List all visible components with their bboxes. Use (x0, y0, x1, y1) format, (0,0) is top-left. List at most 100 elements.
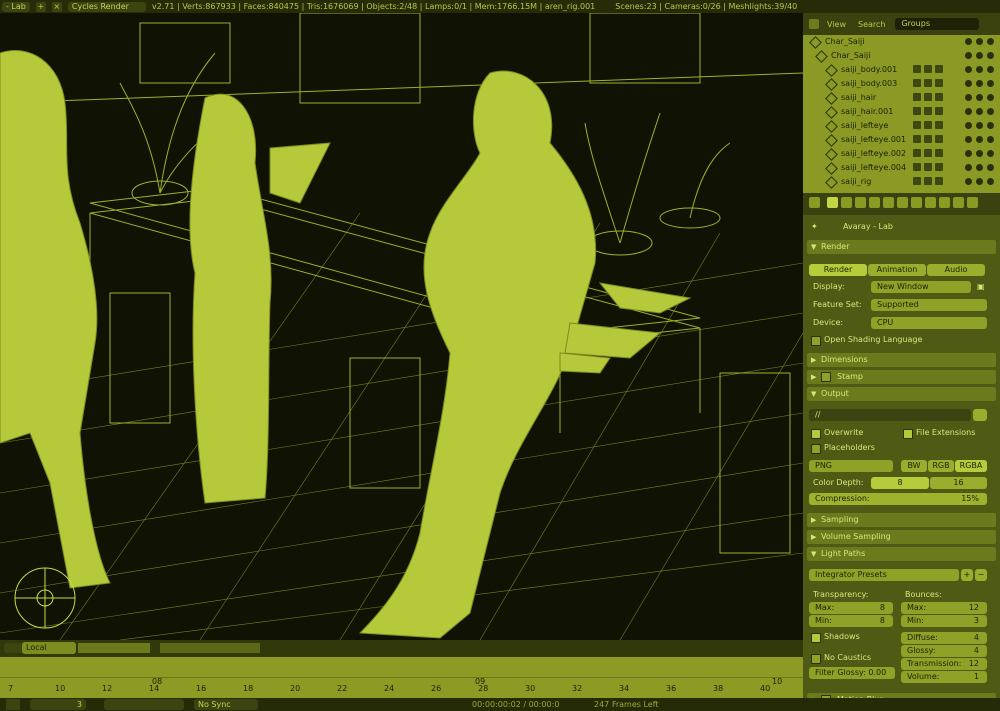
editor-type-icon[interactable] (809, 197, 820, 208)
display-select[interactable]: New Window (871, 281, 971, 293)
stamp-checkbox[interactable] (821, 372, 831, 382)
transparency-min-field[interactable]: Min: 8 (809, 615, 893, 627)
render-button[interactable]: Render (809, 264, 867, 276)
outliner-row[interactable]: Char_Saiji (803, 49, 1000, 63)
output-path-field[interactable]: // (809, 409, 971, 421)
folder-icon[interactable] (973, 409, 987, 421)
diffuse-field[interactable]: Diffuse: 4 (901, 632, 987, 644)
filter-glossy-field[interactable]: Filter Glossy: 0.00 (809, 667, 895, 679)
feature-set-select[interactable]: Supported (871, 299, 987, 311)
render-engine-select[interactable]: Cycles Render (67, 1, 146, 12)
pin-icon[interactable]: ✦ (811, 221, 818, 233)
expand-toggle-icon[interactable] (825, 176, 838, 189)
visibility-toggles[interactable] (965, 94, 994, 101)
texture-tab-icon[interactable] (953, 197, 964, 208)
editor-type-icon[interactable] (809, 19, 819, 29)
outliner-row[interactable]: saiji_body.003 (803, 77, 1000, 91)
timeline-marker[interactable]: 08 (152, 677, 162, 686)
glossy-field[interactable]: Glossy: 4 (901, 645, 987, 657)
object-tab-icon[interactable] (883, 197, 894, 208)
visibility-toggles[interactable] (965, 38, 994, 45)
view-menu[interactable]: View (823, 20, 850, 29)
close-icon[interactable]: × (51, 1, 62, 12)
sync-mode-select[interactable]: No Sync (194, 699, 258, 710)
data-tab-icon[interactable] (925, 197, 936, 208)
transform-orientation-select[interactable]: Local (22, 642, 76, 654)
outliner-panel[interactable]: View Search Groups Char_Saiji Char_Saijis… (803, 13, 1000, 193)
visibility-toggles[interactable] (965, 66, 994, 73)
outliner-row[interactable]: saiji_hair (803, 91, 1000, 105)
expand-toggle-icon[interactable] (825, 162, 838, 175)
audio-button[interactable]: Audio (927, 264, 985, 276)
outliner-row[interactable]: saiji_lefteye.002 (803, 147, 1000, 161)
particles-tab-icon[interactable] (967, 197, 978, 208)
overwrite-checkbox[interactable] (811, 429, 821, 439)
visibility-toggles[interactable] (965, 164, 994, 171)
timeline-marker[interactable]: 10 (772, 677, 782, 686)
dimensions-panel-header[interactable]: ▶ Dimensions (807, 353, 996, 367)
bounces-max-field[interactable]: Max: 12 (901, 602, 987, 614)
material-tab-icon[interactable] (939, 197, 950, 208)
visibility-toggles[interactable] (965, 122, 994, 129)
integrator-presets-select[interactable]: Integrator Presets (809, 569, 959, 581)
rgb-button[interactable]: RGB (928, 460, 954, 472)
expand-toggle-icon[interactable] (809, 36, 822, 49)
world-tab-icon[interactable] (869, 197, 880, 208)
render-layers-tab-icon[interactable] (841, 197, 852, 208)
timeline-marker[interactable]: 09 (475, 677, 485, 686)
expand-toggle-icon[interactable] (825, 78, 838, 91)
expand-toggle-icon[interactable] (825, 148, 838, 161)
shadows-checkbox[interactable] (811, 633, 821, 643)
search-menu[interactable]: Search (854, 20, 889, 29)
properties-panel[interactable]: ✦ Avaray - Lab ▼ Render Render Animation … (803, 193, 1000, 711)
transmission-field[interactable]: Transmission: 12 (901, 658, 987, 670)
bounces-min-field[interactable]: Min: 3 (901, 615, 987, 627)
timeline-editor[interactable]: 7 10 12 14 16 18 20 22 24 26 28 30 32 34 36 38 40 08 09 10 (0, 657, 803, 698)
volume-bounces-field[interactable]: Volume: 1 (901, 671, 987, 683)
scene-tab-icon[interactable] (855, 197, 866, 208)
expand-toggle-icon[interactable] (815, 50, 828, 63)
render-panel-header[interactable]: ▼ Render (807, 240, 996, 254)
visibility-toggles[interactable] (965, 108, 994, 115)
editor-type-icon[interactable] (6, 699, 20, 710)
expand-toggle-icon[interactable] (825, 92, 838, 105)
remove-preset-button[interactable]: − (975, 569, 987, 581)
visibility-toggles[interactable] (965, 136, 994, 143)
visibility-toggles[interactable] (965, 80, 994, 87)
stamp-panel-header[interactable]: ▶ Stamp (807, 370, 996, 384)
outliner-row[interactable]: Char_Saiji (803, 35, 1000, 49)
view-menu-icon[interactable] (4, 643, 24, 653)
compression-slider[interactable]: Compression: 15% (809, 493, 987, 505)
animation-button[interactable]: Animation (868, 264, 926, 276)
no-caustics-checkbox[interactable] (811, 654, 821, 664)
lock-icon[interactable]: ▣ (977, 281, 985, 293)
visibility-toggles[interactable] (965, 178, 994, 185)
outliner-row[interactable]: saiji_lefteye.001 (803, 133, 1000, 147)
visibility-toggles[interactable] (965, 150, 994, 157)
render-tab-icon[interactable] (827, 197, 838, 208)
bw-button[interactable]: BW (901, 460, 927, 472)
constraints-tab-icon[interactable] (897, 197, 908, 208)
expand-toggle-icon[interactable] (825, 120, 838, 133)
color-depth-16-button[interactable]: 16 (930, 477, 987, 489)
display-mode-select[interactable]: Groups (895, 18, 980, 30)
expand-toggle-icon[interactable] (825, 106, 838, 119)
transparency-max-field[interactable]: Max: 8 (809, 602, 893, 614)
snap-tools[interactable] (160, 643, 260, 653)
file-extensions-checkbox[interactable] (903, 429, 913, 439)
3d-viewport[interactable] (0, 13, 803, 640)
modifiers-tab-icon[interactable] (911, 197, 922, 208)
outliner-row[interactable]: saiji_lefteye.004 (803, 161, 1000, 175)
volume-sampling-panel-header[interactable]: ▶ Volume Sampling (807, 530, 996, 544)
sampling-panel-header[interactable]: ▶ Sampling (807, 513, 996, 527)
scene-selector[interactable]: - Lab (2, 1, 30, 12)
visibility-toggles[interactable] (965, 52, 994, 59)
outliner-row[interactable]: saiji_rig (803, 175, 1000, 189)
device-select[interactable]: CPU (871, 317, 987, 329)
color-depth-8-button[interactable]: 8 (871, 477, 929, 489)
placeholders-checkbox[interactable] (811, 444, 821, 454)
playback-controls[interactable] (104, 699, 184, 710)
expand-toggle-icon[interactable] (825, 134, 838, 147)
outliner-row[interactable]: saiji_hair.001 (803, 105, 1000, 119)
light-paths-panel-header[interactable]: ▼ Light Paths (807, 547, 996, 561)
